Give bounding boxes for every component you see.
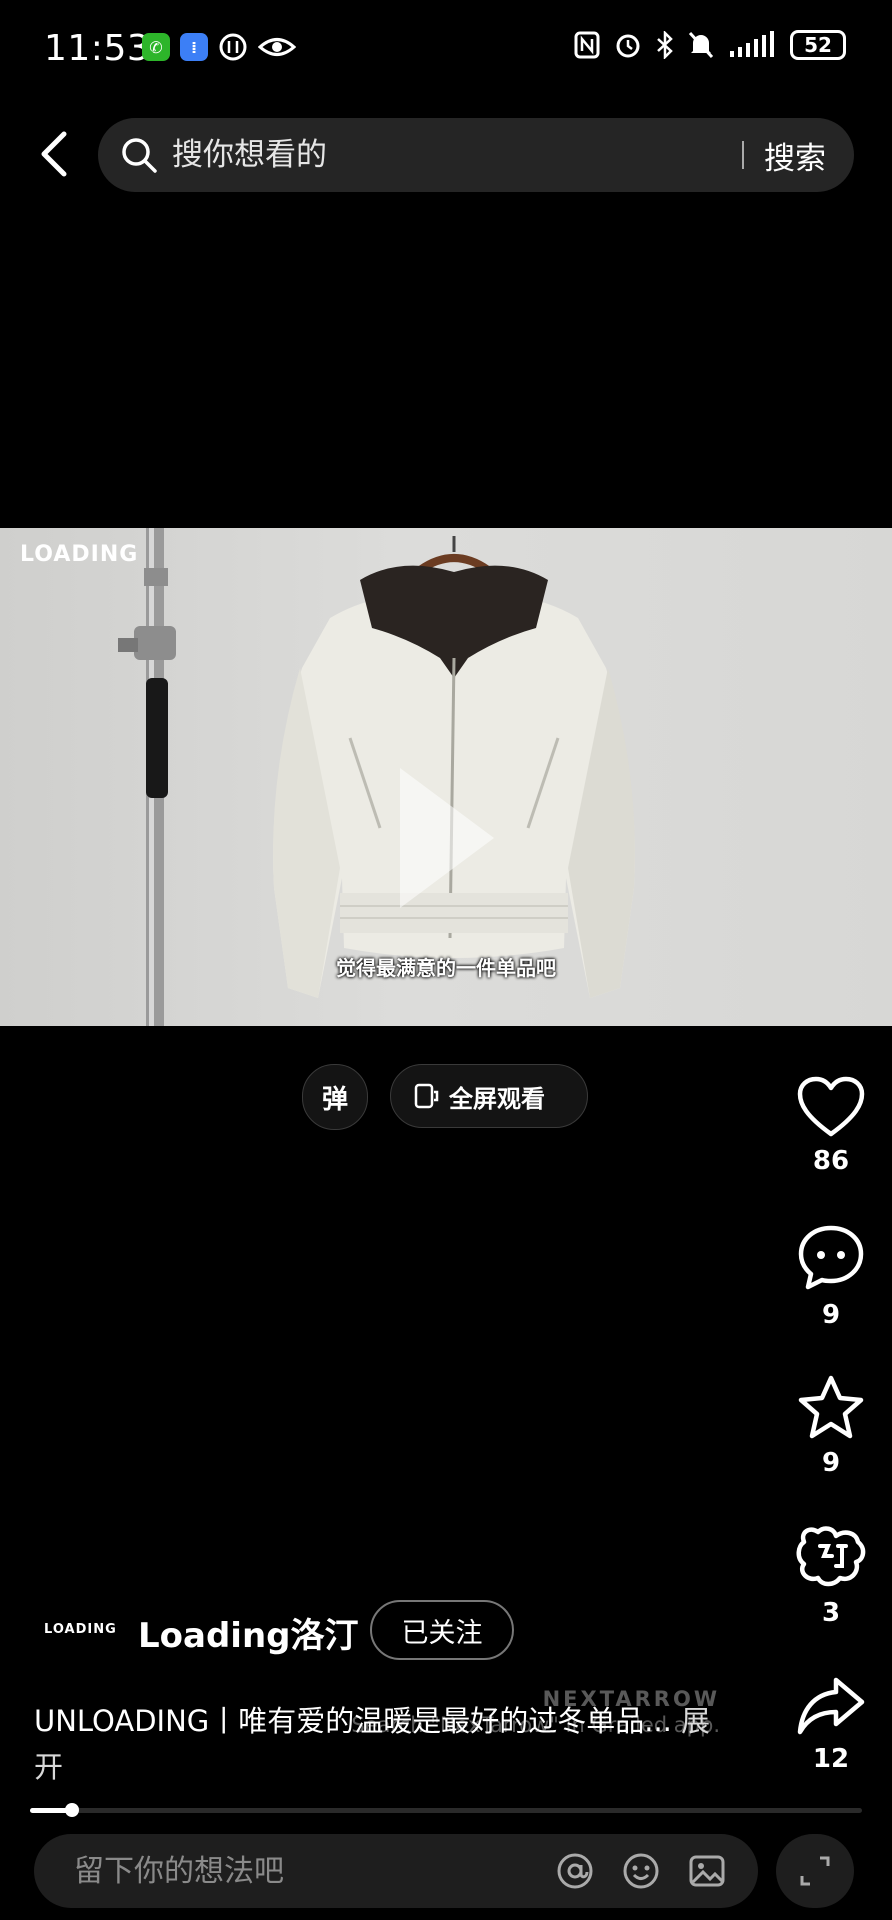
share-count: 12 [812, 1744, 850, 1774]
like-action[interactable]: 86 [786, 1076, 876, 1176]
share-action[interactable]: 12 [786, 1674, 876, 1774]
status-time: 11:53 [44, 28, 151, 69]
search-input[interactable] [170, 136, 742, 174]
fullscreen-label: 全屏观看 [449, 1084, 545, 1113]
eye-icon [258, 38, 296, 56]
video-brand-overlay: LOADING [20, 542, 139, 567]
favorite-action[interactable]: 9 [786, 1374, 876, 1478]
search-button[interactable]: 搜索 [764, 133, 826, 178]
expand-icon [800, 1856, 830, 1886]
bluetooth-icon [657, 31, 673, 59]
signal-icon [730, 31, 774, 57]
status-icons-left: ✆ ⁞ [142, 32, 296, 62]
comment-action[interactable]: 9 [786, 1224, 876, 1330]
fullscreen-button[interactable]: 全屏观看 [390, 1064, 588, 1128]
image-icon[interactable] [688, 1852, 726, 1890]
gift-count: 3 [821, 1598, 841, 1628]
gift-badge-icon[interactable] [794, 1524, 868, 1590]
battery-indicator: 52 [790, 30, 846, 60]
status-icons-right: 52 [574, 30, 846, 60]
fullscreen-icon [414, 1083, 439, 1109]
search-bar[interactable]: 搜索 [98, 118, 854, 192]
progress-track[interactable] [30, 1808, 862, 1813]
like-count: 86 [812, 1146, 850, 1176]
heart-icon[interactable] [796, 1076, 866, 1138]
danmu-toggle-button[interactable]: 弹 [302, 1064, 368, 1130]
author-avatar[interactable]: LOADING [44, 1622, 117, 1637]
mute-icon [688, 31, 714, 59]
video-description[interactable]: UNLOADING丨唯有爱的温暖是最好的过冬单品... 展开 [34, 1698, 734, 1790]
gift-action[interactable]: 3 [786, 1524, 876, 1628]
star-icon[interactable] [796, 1374, 866, 1440]
comment-count: 9 [821, 1300, 841, 1330]
nfc-icon [574, 31, 600, 59]
data-icon [219, 33, 247, 61]
mention-icon[interactable] [556, 1852, 594, 1890]
app-icon: ⁞ [180, 33, 208, 61]
share-icon[interactable] [796, 1674, 866, 1736]
search-icon [122, 138, 157, 173]
author-name[interactable]: Loading洛汀 [138, 1608, 359, 1657]
description-text: UNLOADING丨唯有爱的温暖是最好的过冬单品... [34, 1704, 672, 1738]
progress-handle[interactable] [64, 1803, 79, 1817]
back-arrow-icon[interactable] [34, 128, 74, 180]
video-player[interactable]: LOADING 觉得最满意的一件单品吧 [0, 528, 892, 1026]
comment-tools [556, 1852, 726, 1890]
emoji-icon[interactable] [622, 1852, 660, 1890]
comment-bar[interactable] [34, 1834, 758, 1908]
comment-input[interactable] [72, 1852, 556, 1890]
comment-icon[interactable] [796, 1224, 866, 1292]
wechat-icon: ✆ [142, 33, 170, 61]
video-caption: 觉得最满意的一件单品吧 [336, 956, 556, 980]
expand-comment-button[interactable] [776, 1834, 854, 1908]
alarm-icon [616, 34, 640, 58]
favorite-count: 9 [821, 1448, 841, 1478]
follow-button[interactable]: 已关注 [370, 1600, 514, 1660]
search-divider [742, 141, 744, 169]
